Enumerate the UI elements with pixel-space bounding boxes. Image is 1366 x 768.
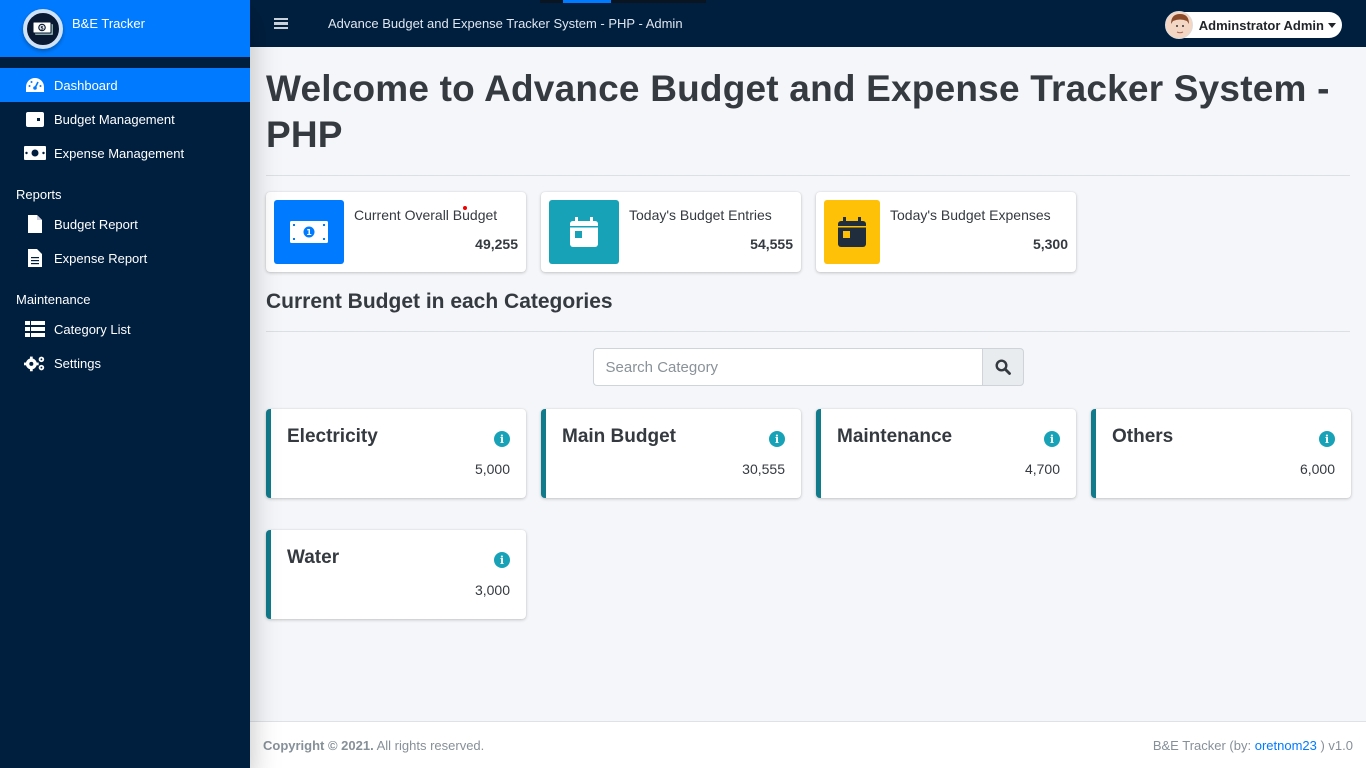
stat-value: 54,555: [750, 236, 793, 252]
user-name: Adminstrator Admin: [1198, 17, 1324, 33]
stats-row: 1 Current Overall Budget 49,255 Today's …: [266, 192, 1350, 272]
info-circle-icon[interactable]: i: [494, 431, 510, 447]
avatar: [1164, 11, 1193, 39]
svg-text:$: $: [40, 26, 44, 32]
search-icon: [994, 359, 1011, 375]
sidebar-header-maintenance: Maintenance: [16, 292, 91, 307]
footer: Copyright © 2021. All rights reserved. B…: [250, 721, 1366, 768]
stat-icon-box: [549, 200, 619, 264]
info-circle-icon[interactable]: i: [1319, 431, 1335, 447]
file-alt-icon: [24, 249, 46, 267]
search-button[interactable]: [981, 348, 1024, 386]
category-card[interactable]: Maintenance i 4,700: [816, 409, 1076, 498]
category-card[interactable]: Water i 3,000: [266, 530, 526, 619]
divider: [266, 331, 1350, 332]
caret-down-icon: [1328, 22, 1336, 28]
cursor-dot: [463, 206, 467, 210]
sidebar-item-settings[interactable]: Settings: [0, 346, 250, 380]
loading-progress-fill: [563, 0, 612, 3]
credit-suffix: ) v1.0: [1316, 737, 1353, 753]
credit-prefix: B&E Tracker (by:: [1152, 737, 1255, 753]
sidebar-item-expense-report[interactable]: Expense Report: [0, 241, 250, 275]
loading-progress-bar: [540, 0, 706, 3]
page-title: Welcome to Advance Budget and Expense Tr…: [266, 68, 1330, 155]
sidebar-item-label: Budget Management: [54, 111, 175, 127]
stat-todays-budget-expenses: Today's Budget Expenses 5,300: [816, 192, 1076, 272]
stat-label: Current Overall Budget: [354, 207, 498, 223]
cogs-icon: [24, 354, 46, 372]
calendar-day-icon: [570, 217, 598, 247]
stat-todays-budget-entries: Today's Budget Entries 54,555: [541, 192, 801, 272]
category-amount: 4,700: [1024, 461, 1060, 477]
footer-credit: B&E Tracker (by: oretnom23 ) v1.0: [1153, 738, 1353, 753]
category-amount: 5,000: [474, 461, 510, 477]
category-grid: Electricity i 5,000 Main Budget i 30,555…: [266, 409, 1356, 619]
sidebar-item-label: Expense Management: [54, 145, 185, 161]
category-card[interactable]: Electricity i 5,000: [266, 409, 526, 498]
file-icon: [24, 215, 46, 233]
stat-label: Today's Budget Entries: [629, 207, 772, 223]
calendar-day-icon: [838, 217, 866, 247]
brand-link[interactable]: $ B&E Tracker: [0, 0, 250, 57]
brand-name: B&E Tracker: [72, 16, 145, 31]
sidebar-header-reports: Reports: [16, 187, 62, 202]
sidebar-item-label: Budget Report: [54, 216, 138, 232]
category-name: Maintenance: [837, 426, 953, 447]
brand-logo: $: [23, 9, 63, 49]
info-circle-icon[interactable]: i: [1044, 431, 1060, 447]
copyright-year: Copyright © 2021.: [263, 737, 374, 753]
author-link[interactable]: oretnom23: [1255, 738, 1317, 753]
category-amount: 6,000: [1299, 461, 1335, 477]
category-card[interactable]: Main Budget i 30,555: [541, 409, 801, 498]
sidebar-item-label: Dashboard: [54, 77, 118, 93]
sidebar-item-category-list[interactable]: Category List: [0, 312, 250, 346]
category-amount: 30,555: [742, 461, 785, 477]
stat-icon-box: [824, 200, 880, 264]
stat-value: 49,255: [475, 236, 518, 252]
category-name: Main Budget: [562, 426, 676, 447]
info-circle-icon[interactable]: i: [494, 552, 510, 568]
divider: [266, 175, 1350, 176]
copyright-rest: All rights reserved.: [373, 737, 485, 753]
stat-current-overall-budget: 1 Current Overall Budget 49,255: [266, 192, 526, 272]
table-list-icon: [24, 320, 46, 338]
category-name: Others: [1112, 426, 1174, 447]
info-circle-icon[interactable]: i: [769, 431, 785, 447]
category-name: Electricity: [287, 426, 378, 447]
user-menu-dropdown[interactable]: Adminstrator Admin: [1164, 11, 1342, 39]
money-bill-icon: 1: [290, 221, 328, 243]
sidebar: $ B&E Tracker Dashboard Budget Managemen…: [0, 0, 250, 768]
svg-text:1: 1: [306, 228, 312, 237]
money-bill-icon: $: [32, 21, 53, 35]
footer-copyright: Copyright © 2021. All rights reserved.: [263, 738, 484, 753]
sidebar-nav: Dashboard Budget Management Expense Mana…: [0, 57, 250, 380]
search-group: [266, 348, 1350, 386]
search-category-input[interactable]: [592, 348, 982, 386]
tachometer-icon: [24, 76, 46, 94]
sidebar-item-label: Expense Report: [54, 250, 148, 266]
sidebar-item-label: Settings: [54, 355, 101, 371]
category-name: Water: [287, 547, 340, 568]
sidebar-item-dashboard[interactable]: Dashboard: [0, 68, 250, 102]
menu-toggle-icon[interactable]: [274, 16, 288, 32]
money-bill-icon: [24, 144, 46, 162]
category-amount: 3,000: [474, 582, 510, 598]
stat-label: Today's Budget Expenses: [890, 207, 1051, 223]
wallet-icon: [24, 110, 46, 128]
category-card[interactable]: Others i 6,000: [1091, 409, 1351, 498]
sidebar-item-budget-report[interactable]: Budget Report: [0, 207, 250, 241]
topbar: Advance Budget and Expense Tracker Syste…: [250, 0, 1366, 47]
stat-icon-box: 1: [274, 200, 344, 264]
main-content: Welcome to Advance Budget and Expense Tr…: [250, 47, 1366, 721]
section-title: Current Budget in each Categories: [266, 290, 613, 313]
sidebar-item-label: Category List: [54, 321, 131, 337]
topbar-title: Advance Budget and Expense Tracker Syste…: [328, 16, 683, 31]
sidebar-item-budget-management[interactable]: Budget Management: [0, 102, 250, 136]
stat-value: 5,300: [1032, 236, 1068, 252]
sidebar-item-expense-management[interactable]: Expense Management: [0, 136, 250, 170]
